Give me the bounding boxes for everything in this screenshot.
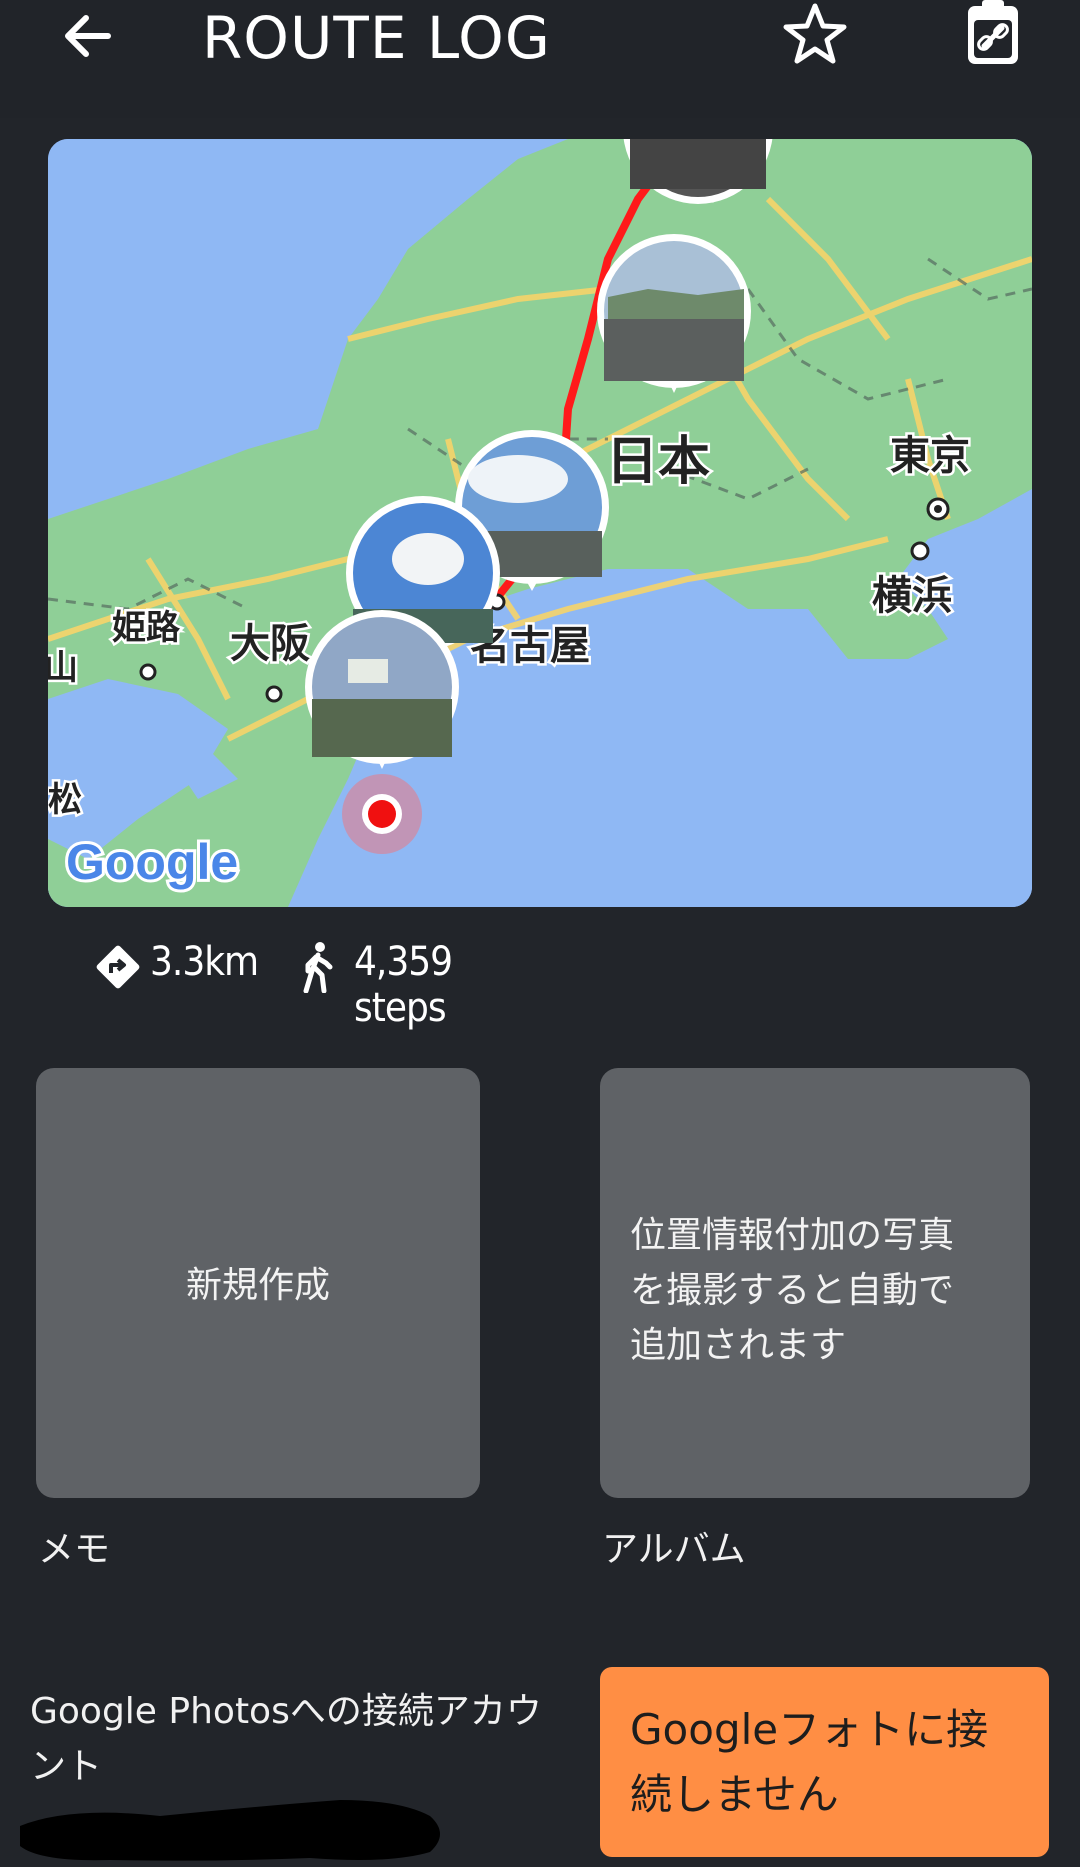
map-label-himeji: 姫路 <box>112 608 181 648</box>
arrow-left-icon[interactable] <box>58 2 118 72</box>
app-bar: ROUTE LOG <box>0 0 1080 118</box>
memo-card[interactable]: 新規作成 <box>36 1068 480 1498</box>
photo-pin[interactable] <box>305 610 459 769</box>
album-card[interactable]: 位置情報付加の写真 を撮影すると自動で 追加されます <box>600 1068 1030 1498</box>
steps-value: 4,359 steps <box>354 939 453 1031</box>
map-label-matsu: 松 <box>48 780 82 820</box>
connect-button-label: Googleフォトに接 続しません <box>630 1705 989 1819</box>
album-empty-message: 位置情報付加の写真 を撮影すると自動で 追加されます <box>630 1215 955 1366</box>
walking-person-icon <box>303 942 333 993</box>
redacted-account <box>20 1800 440 1861</box>
album-caption: アルバム <box>602 1529 746 1570</box>
google-photos-connect-button[interactable]: Googleフォトに接 続しません <box>600 1667 1049 1857</box>
distance-value: 3.3km <box>150 939 259 985</box>
map-label-japan: 日本 <box>606 432 710 492</box>
clipboard-link-icon[interactable] <box>958 0 1030 68</box>
page-title: ROUTE LOG <box>202 4 551 72</box>
google-photos-account-label: Google Photosへの接続アカウント <box>30 1691 542 1787</box>
memo-create-label: 新規作成 <box>185 1265 330 1306</box>
map-label-yama: 山 <box>48 648 78 688</box>
map-label-yokohama: 横浜 <box>872 573 952 619</box>
star-outline-icon[interactable] <box>780 0 850 70</box>
route-sign-icon <box>96 945 140 989</box>
map-label-tokyo: 東京 <box>890 433 970 479</box>
map-label-osaka: 大阪 <box>230 621 310 667</box>
google-attribution: Google <box>66 834 238 890</box>
photo-pin[interactable] <box>597 234 751 393</box>
memo-caption: メモ <box>38 1529 111 1570</box>
route-map[interactable]: 日本 東京 横浜 大阪 名古屋 姫路 山 松 Google <box>48 139 1032 907</box>
